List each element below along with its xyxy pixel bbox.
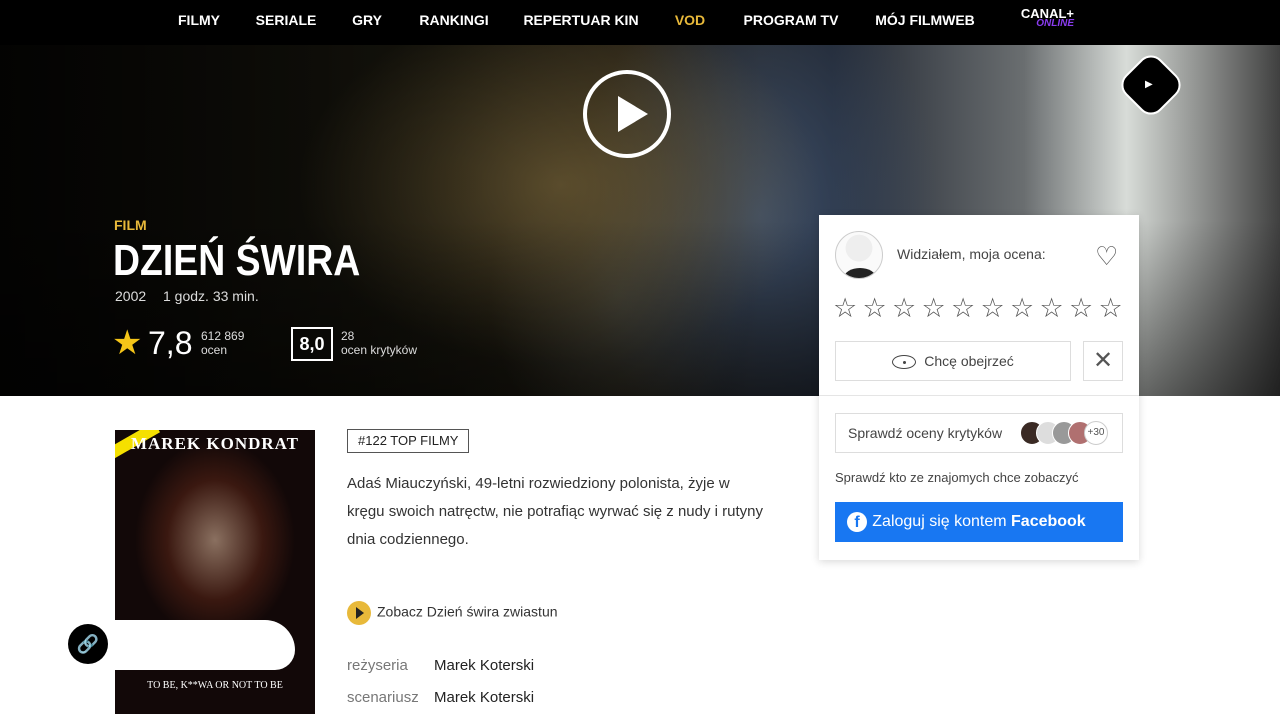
fb-label-bold: Facebook — [1011, 513, 1086, 530]
facebook-icon: f — [847, 512, 867, 532]
star-8[interactable]: ☆ — [1040, 293, 1067, 324]
star-6[interactable]: ☆ — [981, 293, 1008, 324]
want-label: Chcę obejrzeć — [924, 353, 1014, 369]
star-icon: ★ — [112, 324, 143, 362]
link-icon[interactable]: 🔗 — [68, 624, 108, 664]
want-to-watch-button[interactable]: Chcę obejrzeć — [835, 341, 1071, 381]
poster-actor: MAREK KONDRAT — [130, 434, 300, 453]
star-1[interactable]: ☆ — [833, 293, 860, 324]
friends-text: Sprawdź kto ze znajomych chce zobaczyć — [835, 470, 1079, 485]
critics-count: 28 — [341, 329, 355, 343]
critic-avatars: +30 — [1020, 421, 1108, 445]
star-9[interactable]: ☆ — [1069, 293, 1096, 324]
nav-program-tv[interactable]: PROGRAM TV — [744, 12, 839, 28]
poster-blot — [115, 620, 295, 670]
type-label: FILM — [114, 217, 147, 233]
play-icon — [347, 601, 371, 625]
nav-repertuar-kin[interactable]: REPERTUAR KIN — [523, 12, 638, 28]
film-year: 2002 — [115, 288, 147, 304]
canal-plus-logo[interactable]: CANAL+ ONLINE — [1014, 6, 1074, 29]
star-4[interactable]: ☆ — [922, 293, 949, 324]
nav-gry[interactable]: GRY — [352, 12, 382, 28]
credit-value[interactable]: Marek Koterski — [434, 657, 534, 674]
star-3[interactable]: ☆ — [892, 293, 919, 324]
seen-label: Widziałem, moja ocena: — [897, 246, 1046, 262]
credit-label: reżyseria — [347, 657, 408, 674]
nav-rankingi[interactable]: RANKINGI — [419, 12, 488, 28]
star-5[interactable]: ☆ — [951, 293, 978, 324]
not-interested-button[interactable]: ✕ — [1083, 341, 1123, 381]
votes-label: ocen — [201, 343, 228, 357]
top-rank-badge[interactable]: #122 TOP FILMY — [347, 429, 470, 453]
play-trailer-button[interactable] — [583, 70, 671, 158]
heart-icon[interactable]: ♡ — [1095, 241, 1118, 272]
votes-count: 612 869 — [201, 329, 245, 343]
critics-rating: 8,0 — [291, 327, 333, 361]
user-rating: 7,8 — [148, 325, 193, 361]
top-nav: FILMY SERIALE GRY RANKINGI REPERTUAR KIN… — [0, 0, 1280, 45]
credit-label: scenariusz — [347, 689, 419, 706]
fb-label: Zaloguj się kontem — [872, 513, 1012, 530]
critics-label: ocen krytyków — [341, 343, 418, 357]
film-title: DZIEŃ ŚWIRA — [113, 236, 361, 285]
avatar — [835, 231, 883, 279]
eye-icon — [892, 355, 917, 370]
star-7[interactable]: ☆ — [1010, 293, 1037, 324]
close-icon: ✕ — [1092, 347, 1114, 374]
critics-check-label: Sprawdź oceny krytyków — [848, 425, 1003, 441]
film-description: Adaś Miauczyński, 49-letni rozwiedziony … — [347, 475, 764, 548]
rating-card: Widziałem, moja ocena: ♡ ☆ ☆ ☆ ☆ ☆ ☆ ☆ ☆ ☆ ☆ Chcę… — [819, 215, 1139, 560]
trailer-label: Zobacz Dzień świra zwiastun — [377, 603, 558, 620]
star-10[interactable]: ☆ — [1099, 293, 1126, 324]
critics-more: +30 — [1084, 421, 1108, 445]
credit-value[interactable]: Marek Koterski — [434, 689, 534, 706]
star-2[interactable]: ☆ — [863, 293, 890, 324]
facebook-login-button[interactable]: f Zaloguj się kontem Facebook — [835, 502, 1123, 542]
poster-tagline: TO BE, K**WA OR NOT TO BE — [147, 680, 283, 691]
nav-filmy[interactable]: FILMY — [178, 12, 220, 28]
nav-vod[interactable]: VOD — [675, 12, 705, 28]
rating-stars: ☆ ☆ ☆ ☆ ☆ ☆ ☆ ☆ ☆ ☆ — [833, 293, 1125, 324]
nav-moj-filmweb[interactable]: MÓJ FILMWEB — [875, 12, 975, 28]
divider — [819, 395, 1139, 396]
check-critics-button[interactable]: Sprawdź oceny krytyków +30 — [835, 413, 1123, 453]
nav-seriale[interactable]: SERIALE — [256, 12, 317, 28]
film-poster[interactable]: MAREK KONDRAT TO BE, K**WA OR NOT TO BE — [115, 430, 315, 714]
trailer-link[interactable]: Zobacz Dzień świra zwiastun — [347, 601, 558, 625]
film-duration: 1 godz. 33 min. — [163, 288, 259, 304]
